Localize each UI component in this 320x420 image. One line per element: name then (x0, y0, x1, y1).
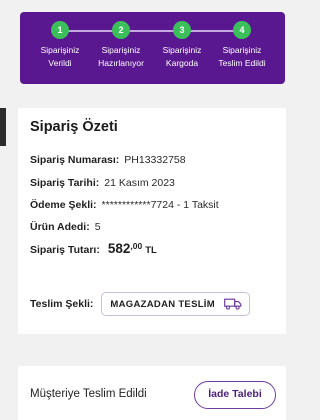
order-progress-tracker: 1 Siparişiniz Verildi 2 Siparişiniz Hazı… (20, 12, 285, 84)
item-count-label: Ürün Adedi: (30, 221, 90, 233)
progress-step-shipped: 3 Siparişiniz Kargoda (149, 21, 215, 70)
step-label: Siparişiniz Verildi (27, 44, 93, 70)
order-detail-page: 1 Siparişiniz Verildi 2 Siparişiniz Hazı… (0, 0, 300, 420)
order-total-main: 582 (107, 241, 131, 256)
step-label-line1: Siparişiniz (222, 45, 262, 55)
step-label: Siparişiniz Hazırlanıyor (88, 44, 154, 70)
payment-label: Ödeme Şekli: (30, 199, 97, 211)
summary-title: Sipariş Özeti (30, 119, 118, 135)
order-date-row: Sipariş Tarihi: 21 Kasım 2023 (30, 177, 175, 189)
step-number-badge: 2 (112, 21, 130, 39)
order-date-value: 21 Kasım 2023 (104, 177, 175, 189)
item-count-value: 5 (94, 221, 101, 233)
delivery-method-value: MAGAZADAN TESLİM (110, 298, 215, 310)
step-label: Siparişiniz Teslim Edildi (209, 44, 275, 70)
step-label-line2: Kargoda (165, 58, 199, 68)
order-total-amount: 582,00 TL (108, 241, 157, 256)
item-count-row: Ürün Adedi: 5 (30, 221, 101, 233)
edge-marker (0, 108, 6, 146)
order-total-decimal: ,00 (130, 241, 143, 251)
progress-step-delivered: 4 Siparişiniz Teslim Edildi (209, 21, 275, 70)
step-label-line1: Siparişiniz (40, 45, 80, 55)
delivery-method-chip: MAGAZADAN TESLİM (101, 292, 250, 316)
delivery-method-row: Teslim Şekli: MAGAZADAN TESLİM (30, 292, 250, 316)
order-summary-card: Sipariş Özeti Sipariş Numarası: PH1333275… (18, 108, 286, 334)
step-label-line2: Teslim Edildi (218, 58, 266, 68)
step-label: Siparişiniz Kargoda (149, 44, 215, 70)
delivery-status-card: Müşteriye Teslim Edildi İade Talebi (18, 366, 286, 420)
order-date-label: Sipariş Tarihi: (30, 177, 100, 189)
payment-row: Ödeme Şekli: ************7724 - 1 Taksit (30, 199, 219, 211)
order-total-label: Sipariş Tutarı: (30, 244, 100, 256)
delivery-status-text: Müşteriye Teslim Edildi (30, 388, 147, 400)
return-request-button[interactable]: İade Talebi (194, 381, 276, 409)
order-number-label: Sipariş Numarası: (30, 154, 120, 166)
order-total-row: Sipariş Tutarı: 582,00 TL (30, 241, 157, 256)
step-label-line1: Siparişiniz (101, 45, 141, 55)
step-number-badge: 3 (173, 21, 191, 39)
order-number-value: PH13332758 (124, 154, 186, 166)
order-number-row: Sipariş Numarası: PH13332758 (30, 154, 186, 166)
step-label-line2: Verildi (48, 58, 72, 68)
step-number-badge: 1 (51, 21, 69, 39)
payment-value: ************7724 - 1 Taksit (101, 199, 219, 211)
step-label-line2: Hazırlanıyor (98, 58, 144, 68)
delivery-method-label: Teslim Şekli: (30, 298, 94, 310)
order-total-currency: TL (145, 245, 157, 256)
step-label-line1: Siparişiniz (162, 45, 202, 55)
progress-step-preparing: 2 Siparişiniz Hazırlanıyor (88, 21, 154, 70)
step-number-badge: 4 (233, 21, 251, 39)
truck-icon (224, 298, 242, 310)
progress-step-ordered: 1 Siparişiniz Verildi (27, 21, 93, 70)
